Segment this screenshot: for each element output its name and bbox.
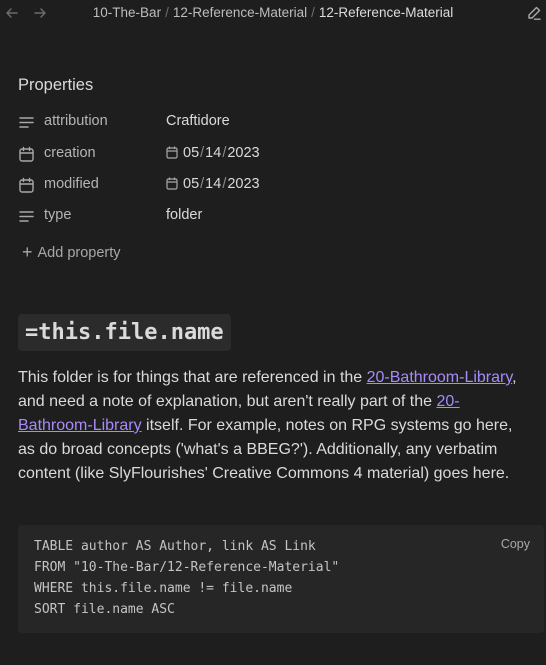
property-value[interactable]: folder (166, 207, 202, 223)
property-value[interactable]: Craftidore (166, 113, 230, 129)
inline-code-heading: =this.file.name (18, 314, 231, 351)
text-lines-icon[interactable] (18, 208, 35, 225)
date-value[interactable]: 05/14/2023 (166, 176, 260, 192)
property-key[interactable]: type (44, 207, 71, 223)
calendar-icon[interactable] (18, 146, 35, 163)
pencil-edit-icon[interactable] (526, 5, 542, 21)
property-row-creation: creation 05/14/2023 (18, 143, 528, 165)
breadcrumb-item-10-the-bar[interactable]: 10-The-Bar (93, 5, 161, 20)
calendar-icon[interactable] (18, 177, 35, 194)
breadcrumb-item-12-reference-material[interactable]: 12-Reference-Material (173, 5, 307, 20)
date-month: 05 (183, 176, 200, 192)
description-paragraph: This folder is for things that are refer… (18, 366, 530, 486)
property-key[interactable]: creation (44, 145, 96, 161)
calendar-small-icon (166, 177, 178, 190)
text-lines-icon[interactable] (18, 114, 35, 131)
properties-title: Properties (18, 76, 94, 94)
breadcrumb-separator: / (311, 5, 315, 20)
property-key[interactable]: attribution (44, 113, 108, 129)
date-value[interactable]: 05/14/2023 (166, 145, 260, 161)
add-property-button[interactable]: + Add property (22, 242, 121, 263)
date-year: 2023 (227, 145, 260, 161)
property-row-attribution: attribution Craftidore (18, 111, 528, 133)
calendar-small-icon (166, 146, 178, 159)
property-row-type: type folder (18, 205, 528, 227)
breadcrumb: 10-The-Bar / 12-Reference-Material / 12-Refe… (0, 5, 546, 20)
link-bathroom-library[interactable]: 20-Bathroom-Library (367, 369, 513, 386)
code-line: SORT file.name ASC (34, 602, 175, 617)
code-block: Copy TABLE author AS Author, link AS Lin… (18, 525, 544, 633)
property-row-modified: modified 05/14/2023 (18, 174, 528, 196)
code-line: WHERE this.file.name != file.name (34, 581, 293, 596)
plus-icon: + (22, 242, 33, 262)
add-property-label: Add property (37, 245, 121, 261)
date-day: 14 (205, 145, 222, 161)
breadcrumb-separator: / (165, 5, 169, 20)
copy-button[interactable]: Copy (501, 537, 530, 551)
code-line: FROM "10-The-Bar/12-Reference-Material" (34, 560, 340, 575)
paragraph-text: This folder is for things that are refer… (18, 369, 367, 386)
code-line: TABLE author AS Author, link AS Link (34, 539, 316, 554)
date-day: 14 (205, 176, 222, 192)
property-key[interactable]: modified (44, 176, 99, 192)
top-bar: 10-The-Bar / 12-Reference-Material / 12-Refe… (0, 0, 546, 26)
breadcrumb-current[interactable]: 12-Reference-Material (319, 5, 453, 20)
date-year: 2023 (227, 176, 260, 192)
date-month: 05 (183, 145, 200, 161)
